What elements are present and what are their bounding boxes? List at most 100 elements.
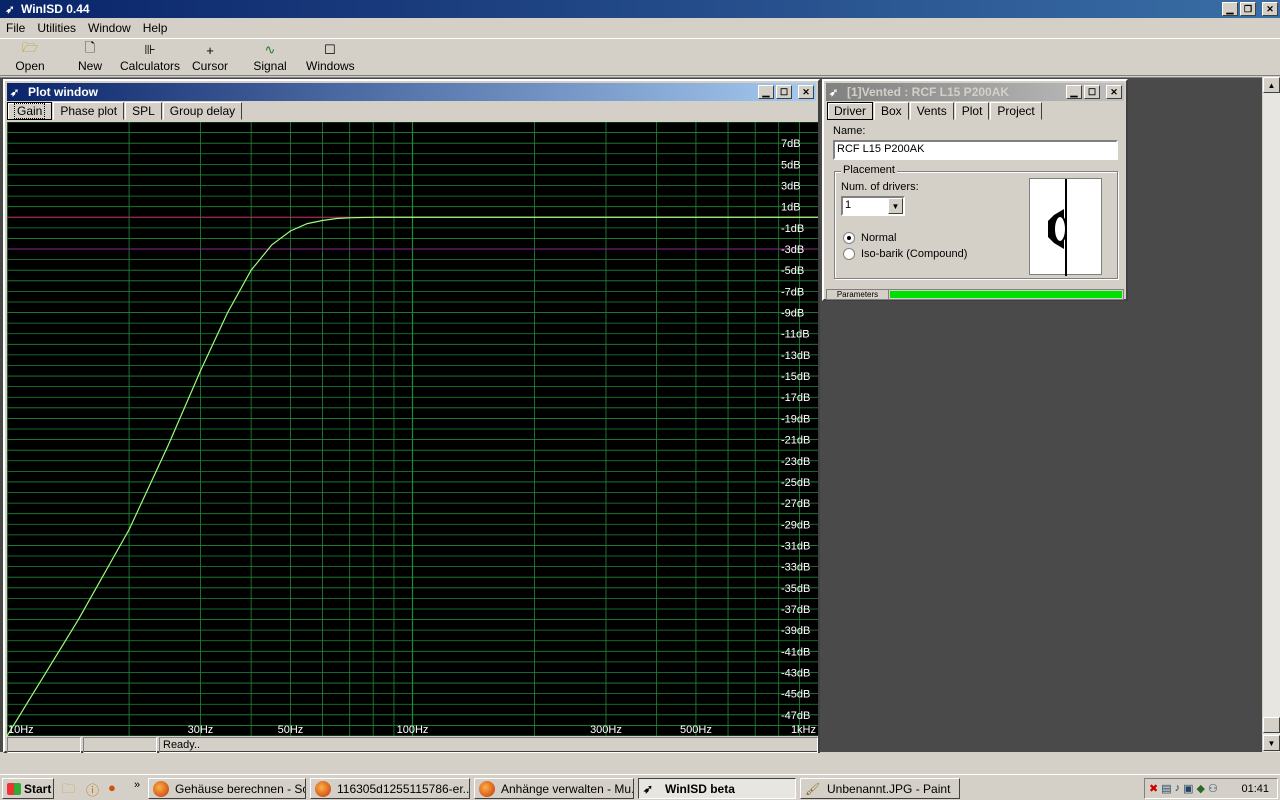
driver-close-button[interactable]: ✕ [1106, 85, 1122, 99]
tab-driver[interactable]: Driver [827, 102, 873, 120]
parameters-progress-fill [890, 291, 1122, 298]
menu-utilities[interactable]: Utilities [31, 21, 82, 35]
menu-help[interactable]: Help [137, 21, 174, 35]
status-text: Ready.. [159, 737, 818, 753]
num-drivers-select[interactable]: 1 ▼ [841, 196, 905, 216]
y-tick-label: -7dB [781, 286, 804, 298]
y-tick-label: -45dB [781, 689, 810, 701]
cursor-button[interactable]: + Cursor [192, 41, 228, 74]
x-tick-label: 50Hz [278, 724, 304, 736]
taskbar-item-paint[interactable]: 🖌 Unbenannt.JPG - Paint [800, 778, 960, 799]
app-titlebar: ➶ WinISD 0.44 ▁ ❐ ✕ [0, 0, 1280, 18]
y-tick-label: -35dB [781, 583, 810, 595]
y-tick-label: 7dB [781, 138, 801, 150]
quicklaunch-more-icon[interactable]: » [134, 779, 140, 791]
calculators-button[interactable]: ⊪ Calculators [120, 41, 180, 73]
taskbar-item-3[interactable]: Anhänge verwalten - Mu... [474, 778, 634, 799]
system-tray: ✖ ▤ ♪ ▣ ◆ ⚇ 01:41 [1144, 778, 1278, 799]
new-button[interactable]: 🗋 New [72, 40, 108, 73]
taskbar: Start 🗀 ⓘ ● » Gehäuse berechnen - So... … [0, 774, 1280, 800]
explorer-quicklaunch-icon[interactable]: 🗀 [62, 780, 75, 800]
restore-button[interactable]: ❐ [1240, 2, 1256, 16]
y-tick-label: -11dB [781, 329, 810, 341]
menu-file[interactable]: File [0, 21, 31, 35]
paint-icon: 🖌 [805, 781, 821, 796]
x-tick-label: 100Hz [397, 724, 429, 736]
parameters-tab[interactable]: Parameters [827, 290, 889, 299]
connection-tray-icon[interactable]: ⚇ [1208, 782, 1218, 795]
winisd-app-icon: ➶ [5, 3, 15, 16]
tab-gain[interactable]: Gain [7, 102, 53, 120]
driver-minimize-button[interactable]: ▁ [1066, 85, 1082, 99]
plot-window-titlebar[interactable]: ➶ Plot window ▁ ☐ ✕ [7, 83, 816, 101]
minimize-button[interactable]: ▁ [1222, 2, 1238, 16]
chevron-down-icon[interactable]: ▼ [888, 198, 903, 214]
radio-normal[interactable]: Normal [843, 232, 896, 244]
info-quicklaunch-icon[interactable]: ⓘ [86, 780, 99, 799]
security-tray-icon[interactable]: ◆ [1197, 782, 1205, 795]
x-tick-label: 10Hz [8, 724, 34, 736]
placement-preview [1029, 178, 1102, 276]
y-tick-label: -5dB [781, 265, 804, 277]
taskbar-item-2[interactable]: 116305d1255115786-er... [310, 778, 470, 799]
tab-plot[interactable]: Plot [954, 102, 990, 120]
scroll-thumb[interactable] [1263, 717, 1280, 733]
speaker-placement-icon [1048, 179, 1067, 276]
tab-group-delay[interactable]: Group delay [162, 102, 243, 120]
open-button[interactable]: 🗁 Open [12, 40, 48, 73]
y-tick-label: -39dB [781, 625, 810, 637]
antivirus-tray-icon[interactable]: ✖ [1149, 782, 1158, 795]
gain-plot[interactable]: 7dB 5dB 3dB 1dB -1dB -3dB -5dB -7dB -9dB -11dB -13… [6, 121, 818, 737]
plot-maximize-button[interactable]: ☐ [776, 85, 792, 99]
scroll-up-arrow-icon[interactable]: ▲ [1263, 77, 1280, 93]
start-button[interactable]: Start [2, 778, 54, 799]
y-tick-label: 5dB [781, 159, 801, 171]
windows-flag-icon [7, 782, 21, 795]
tab-box[interactable]: Box [874, 102, 909, 120]
num-drivers-label: Num. of drivers: [841, 181, 919, 193]
parameters-bar: Parameters [826, 289, 1124, 300]
tab-vents[interactable]: Vents [909, 102, 954, 120]
tab-phase-plot[interactable]: Phase plot [53, 102, 125, 120]
scroll-down-arrow-icon[interactable]: ▼ [1263, 735, 1280, 751]
toolbar: 🗁 Open 🗋 New ⊪ Calculators + Cursor ∿ Si… [0, 38, 1280, 87]
firefox-quicklaunch-icon[interactable]: ● [108, 780, 116, 795]
tab-project[interactable]: Project [990, 102, 1042, 120]
y-tick-label: -19dB [781, 413, 810, 425]
y-tick-label: 3dB [781, 181, 801, 193]
y-tick-label: -43dB [781, 667, 810, 679]
plot-close-button[interactable]: ✕ [798, 85, 814, 99]
tab-spl[interactable]: SPL [125, 102, 162, 120]
network-tray-icon[interactable]: ▤ [1161, 782, 1171, 795]
radio-isobarik[interactable]: Iso-barik (Compound) [843, 248, 967, 260]
status-panel-1 [7, 737, 81, 753]
winisd-icon: ➶ [643, 781, 654, 796]
driver-name-input[interactable]: RCF L15 P200AK [833, 140, 1118, 160]
gain-response-line [6, 216, 374, 737]
taskbar-item-winisd[interactable]: ➶ WinISD beta [638, 778, 796, 799]
new-document-icon: 🗋 [84, 40, 96, 55]
driver-window-icon: ➶ [829, 86, 839, 99]
calculator-icon: ⊪ [144, 42, 156, 57]
firefox-icon [479, 780, 495, 797]
menu-window[interactable]: Window [82, 21, 137, 35]
windows-button[interactable]: ☐ Windows [306, 41, 355, 73]
y-tick-label: -23dB [781, 456, 810, 468]
y-tick-label: 1dB [781, 202, 801, 214]
firefox-icon [315, 780, 331, 797]
y-tick-label: -13dB [781, 350, 810, 362]
driver-tabs: Driver Box Vents Plot Project [827, 102, 1043, 120]
plot-window-icon: ➶ [10, 86, 20, 99]
vertical-scrollbar[interactable]: ▲ ▼ [1262, 77, 1280, 752]
driver-maximize-button[interactable]: ☐ [1084, 85, 1100, 99]
close-button[interactable]: ✕ [1262, 2, 1278, 16]
driver-window-titlebar[interactable]: ➶ [1]Vented : RCF L15 P200AK ▁ ☐ ✕ [826, 83, 1124, 101]
y-tick-label: -21dB [781, 435, 810, 447]
plot-minimize-button[interactable]: ▁ [758, 85, 774, 99]
display-tray-icon[interactable]: ▣ [1183, 782, 1193, 795]
volume-tray-icon[interactable]: ♪ [1175, 782, 1181, 795]
y-tick-label: -1dB [781, 223, 804, 235]
x-tick-label: 1kHz [791, 724, 816, 736]
y-tick-label: -41dB [781, 646, 810, 658]
taskbar-item-1[interactable]: Gehäuse berechnen - So... [148, 778, 306, 799]
